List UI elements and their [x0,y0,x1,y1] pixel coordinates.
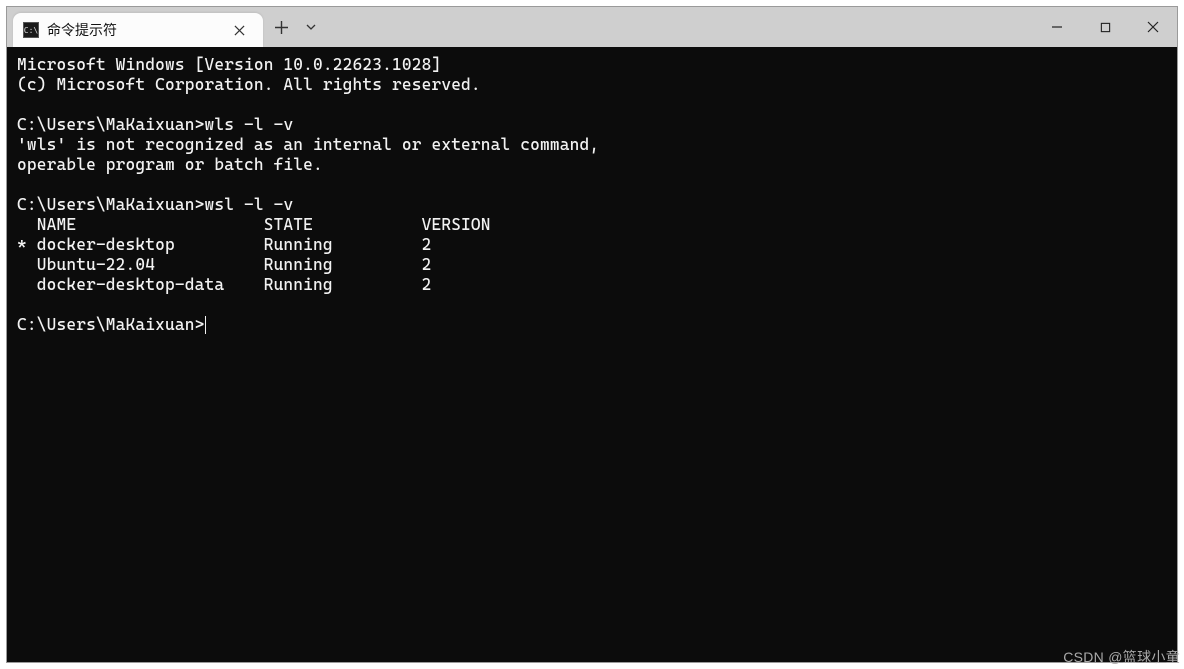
new-tab-button[interactable] [267,13,295,41]
banner-line: Microsoft Windows [Version 10.0.22623.10… [17,55,441,74]
maximize-button[interactable] [1081,7,1129,47]
terminal-output[interactable]: Microsoft Windows [Version 10.0.22623.10… [7,47,1177,662]
tab-dropdown-button[interactable] [297,13,325,41]
wsl-row: docker-desktop-data Running 2 [17,275,431,294]
cmd-icon: C:\ [23,22,39,38]
command-text: wls -l -v [205,115,294,134]
wsl-header: NAME STATE VERSION [17,215,491,234]
minimize-icon [1051,21,1063,33]
terminal-window: C:\ 命令提示符 [6,6,1178,663]
error-line: operable program or batch file. [17,155,323,174]
prompt: C:\Users\MaKaixuan> [17,115,205,134]
close-icon [234,25,245,36]
prompt: C:\Users\MaKaixuan> [17,315,205,334]
tab-title: 命令提示符 [47,20,217,40]
window-close-button[interactable] [1129,7,1177,47]
window-controls [1033,7,1177,47]
banner-line: (c) Microsoft Corporation. All rights re… [17,75,481,94]
tab-close-button[interactable] [225,16,253,44]
error-line: 'wls' is not recognized as an internal o… [17,135,599,154]
chevron-down-icon [305,21,317,33]
minimize-button[interactable] [1033,7,1081,47]
cursor [205,316,207,334]
tab-actions [263,7,329,47]
wsl-row: Ubuntu-22.04 Running 2 [17,255,431,274]
tab-active[interactable]: C:\ 命令提示符 [13,13,263,47]
wsl-row: * docker-desktop Running 2 [17,235,431,254]
command-text: wsl -l -v [205,195,294,214]
title-bar: C:\ 命令提示符 [7,7,1177,47]
prompt: C:\Users\MaKaixuan> [17,195,205,214]
close-icon [1147,21,1159,33]
maximize-icon [1100,22,1111,33]
tab-strip: C:\ 命令提示符 [7,7,263,47]
plus-icon [275,21,288,34]
